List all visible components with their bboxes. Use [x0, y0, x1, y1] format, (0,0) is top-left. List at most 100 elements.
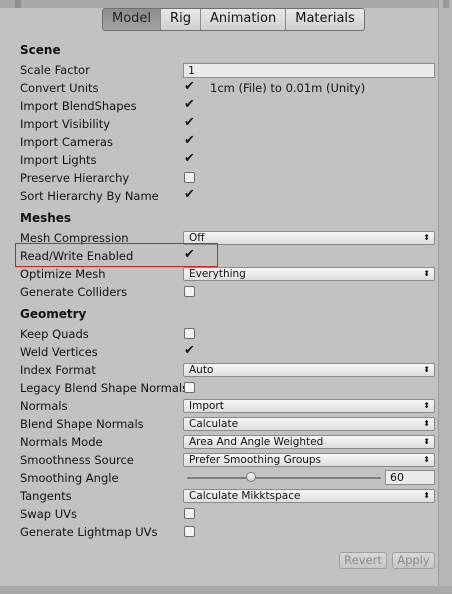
index-format-value: Auto [189, 364, 214, 376]
row-normals-mode: Normals Mode Area And Angle Weighted ⬍ [0, 433, 440, 451]
import-lights-label: Import Lights [20, 153, 97, 167]
smoothing-angle-input[interactable]: 60 [385, 470, 435, 485]
preserve-hierarchy-label: Preserve Hierarchy [20, 171, 130, 185]
smoothing-angle-slider-track[interactable] [187, 477, 381, 479]
import-cameras-label: Import Cameras [20, 135, 113, 149]
keep-quads-checkbox[interactable] [184, 328, 195, 339]
dropdown-arrow-icon: ⬍ [423, 491, 430, 500]
smoothness-source-value: Prefer Smoothing Groups [189, 454, 322, 466]
normals-mode-label: Normals Mode [20, 435, 103, 449]
dropdown-arrow-icon: ⬍ [423, 401, 430, 410]
row-optimize-mesh: Optimize Mesh Everything ⬍ [0, 265, 440, 283]
row-smoothness-source: Smoothness Source Prefer Smoothing Group… [0, 451, 440, 469]
dropdown-arrow-icon: ⬍ [423, 437, 430, 446]
generate-colliders-checkbox[interactable] [184, 286, 195, 297]
row-import-lights: Import Lights ✔ [0, 151, 440, 169]
scrollbar-thumb[interactable] [443, 0, 449, 8]
row-import-visibility: Import Visibility ✔ [0, 115, 440, 133]
apply-button[interactable]: Apply [392, 552, 435, 569]
row-blend-shape-normals: Blend Shape Normals Calculate ⬍ [0, 415, 440, 433]
dropdown-arrow-icon: ⬍ [423, 419, 430, 428]
row-generate-lightmap-uvs: Generate Lightmap UVs [0, 523, 440, 541]
blend-shape-normals-label: Blend Shape Normals [20, 417, 144, 431]
top-toolbar-strip [0, 0, 452, 8]
weld-vertices-checkbox[interactable]: ✔ [184, 343, 198, 359]
dropdown-arrow-icon: ⬍ [423, 233, 430, 242]
optimize-mesh-dropdown[interactable]: Everything ⬍ [183, 267, 435, 281]
tangents-dropdown[interactable]: Calculate Mikktspace ⬍ [183, 489, 435, 503]
smoothing-angle-value: 60 [390, 471, 404, 484]
row-scale-factor: Scale Factor 1 [0, 61, 440, 79]
weld-vertices-label: Weld Vertices [20, 345, 98, 359]
sort-hierarchy-label: Sort Hierarchy By Name [20, 189, 159, 203]
section-title-geometry: Geometry [20, 307, 87, 321]
blend-shape-normals-dropdown[interactable]: Calculate ⬍ [183, 417, 435, 431]
row-smoothing-angle: Smoothing Angle 60 [0, 469, 440, 487]
keep-quads-label: Keep Quads [20, 327, 89, 341]
row-convert-units: Convert Units ✔ 1cm (File) to 0.01m (Uni… [0, 79, 440, 97]
swap-uvs-label: Swap UVs [20, 507, 77, 521]
row-sort-hierarchy: Sort Hierarchy By Name ✔ [0, 187, 440, 205]
dropdown-arrow-icon: ⬍ [423, 455, 430, 464]
optimize-mesh-value: Everything [189, 268, 246, 280]
smoothing-angle-label: Smoothing Angle [20, 471, 119, 485]
row-keep-quads: Keep Quads [0, 325, 440, 343]
dropdown-arrow-icon: ⬍ [423, 269, 430, 278]
tab-materials[interactable]: Materials [285, 9, 364, 30]
import-cameras-checkbox[interactable]: ✔ [184, 133, 198, 149]
mesh-compression-dropdown[interactable]: Off ⬍ [183, 231, 435, 245]
swap-uvs-checkbox[interactable] [184, 508, 195, 519]
convert-units-checkbox[interactable]: ✔ [184, 79, 198, 95]
normals-dropdown[interactable]: Import ⬍ [183, 399, 435, 413]
normals-mode-dropdown[interactable]: Area And Angle Weighted ⬍ [183, 435, 435, 449]
import-visibility-label: Import Visibility [20, 117, 111, 131]
row-tangents: Tangents Calculate Mikktspace ⬍ [0, 487, 440, 505]
generate-lightmap-uvs-checkbox[interactable] [184, 526, 195, 537]
row-legacy-blend-shape-normals: Legacy Blend Shape Normals [0, 379, 440, 397]
bottom-strip [0, 586, 452, 594]
row-weld-vertices: Weld Vertices ✔ [0, 343, 440, 361]
smoothness-source-dropdown[interactable]: Prefer Smoothing Groups ⬍ [183, 453, 435, 467]
normals-mode-value: Area And Angle Weighted [189, 436, 324, 448]
import-visibility-checkbox[interactable]: ✔ [184, 115, 198, 131]
scale-factor-value: 1 [188, 64, 195, 77]
tab-model[interactable]: Model [103, 9, 161, 30]
row-import-cameras: Import Cameras ✔ [0, 133, 440, 151]
tangents-label: Tangents [20, 489, 72, 503]
generate-lightmap-uvs-label: Generate Lightmap UVs [20, 525, 158, 539]
section-title-scene: Scene [20, 43, 61, 57]
revert-button[interactable]: Revert [339, 552, 387, 569]
row-index-format: Index Format Auto ⬍ [0, 361, 440, 379]
dropdown-arrow-icon: ⬍ [423, 365, 430, 374]
read-write-highlight-box [15, 243, 218, 267]
normals-value: Import [189, 400, 224, 412]
row-swap-uvs: Swap UVs [0, 505, 440, 523]
smoothness-source-label: Smoothness Source [20, 453, 134, 467]
preserve-hierarchy-checkbox[interactable] [184, 172, 195, 183]
smoothing-angle-slider-handle[interactable] [246, 472, 257, 482]
row-generate-colliders: Generate Colliders [0, 283, 440, 301]
tangents-value: Calculate Mikktspace [189, 490, 301, 502]
legacy-blend-label: Legacy Blend Shape Normals [20, 381, 189, 395]
row-normals: Normals Import ⬍ [0, 397, 440, 415]
convert-units-text: 1cm (File) to 0.01m (Unity) [210, 81, 366, 95]
scrollbar[interactable] [438, 0, 452, 594]
generate-colliders-label: Generate Colliders [20, 285, 128, 299]
sort-hierarchy-checkbox[interactable]: ✔ [184, 187, 198, 203]
import-blendshapes-checkbox[interactable]: ✔ [184, 97, 198, 113]
optimize-mesh-label: Optimize Mesh [20, 267, 106, 281]
index-format-dropdown[interactable]: Auto ⬍ [183, 363, 435, 377]
legacy-blend-checkbox[interactable] [184, 382, 195, 393]
index-format-label: Index Format [20, 363, 96, 377]
import-lights-checkbox[interactable]: ✔ [184, 151, 198, 167]
row-import-blendshapes: Import BlendShapes ✔ [0, 97, 440, 115]
scale-factor-input[interactable]: 1 [183, 63, 435, 78]
tab-animation[interactable]: Animation [199, 9, 286, 30]
tab-rig[interactable]: Rig [160, 9, 200, 30]
blend-shape-normals-value: Calculate [189, 418, 239, 430]
normals-label: Normals [20, 399, 68, 413]
drag-handle-icon [15, 0, 21, 8]
scale-factor-label: Scale Factor [20, 63, 90, 77]
import-blendshapes-label: Import BlendShapes [20, 99, 137, 113]
section-title-meshes: Meshes [20, 211, 72, 225]
